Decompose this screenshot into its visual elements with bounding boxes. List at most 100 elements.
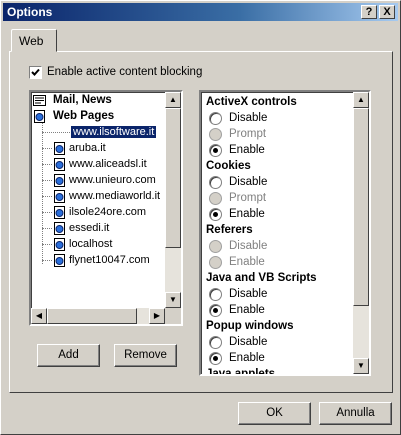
globe-page-icon [54, 238, 65, 251]
radio-label: Enable [229, 256, 265, 268]
scroll-up-button[interactable]: ▲ [353, 92, 369, 108]
tree-item-label: Mail, News [53, 94, 112, 106]
tree-item-label: localhost [69, 238, 113, 250]
tree-item-label: aruba.it [69, 142, 106, 154]
cookies-heading: Cookies [206, 160, 251, 172]
tree-item-label: ilsole24ore.com [69, 206, 147, 218]
help-icon: ? [365, 6, 373, 18]
arrow-up-icon: ▲ [357, 95, 365, 104]
scripts-enable-radio[interactable]: Enable [209, 304, 265, 317]
tab-web-label: Web [19, 34, 44, 48]
activex-prompt-radio[interactable]: Prompt [209, 128, 267, 141]
scroll-thumb[interactable] [353, 108, 369, 306]
scroll-corner [165, 308, 181, 324]
tree-item-label: www.ilsoftware.it [69, 125, 158, 139]
popups-enable-radio[interactable]: Enable [209, 352, 265, 365]
arrow-left-icon: ◀ [35, 311, 43, 320]
site-tree[interactable]: Mail, News Web Pages www.ilsoftware.it a… [29, 90, 183, 326]
tree-item-label: www.unieuro.com [69, 174, 156, 186]
java-heading: Java applets [206, 368, 276, 376]
radio-icon[interactable] [209, 256, 222, 269]
blocking-checkbox[interactable] [29, 66, 42, 79]
radio-label: Disable [229, 240, 268, 252]
add-button-label: Add [58, 349, 79, 361]
radio-selected-icon[interactable] [209, 144, 222, 157]
scripts-disable-radio[interactable]: Disable [209, 288, 268, 301]
ok-button-label: OK [266, 407, 283, 419]
settings-vertical-scrollbar[interactable]: ▲ ▼ [353, 92, 369, 374]
activex-heading: ActiveX controls [206, 96, 297, 108]
radio-label: Disable [229, 112, 268, 124]
radio-label: Disable [229, 336, 268, 348]
window-title: Options [7, 5, 53, 19]
radio-icon[interactable] [209, 240, 222, 253]
checkmark-icon [31, 68, 40, 76]
radio-label: Prompt [229, 128, 267, 140]
radio-icon[interactable] [209, 176, 222, 189]
globe-page-icon [54, 254, 65, 267]
referers-enable-radio[interactable]: Enable [209, 256, 265, 269]
help-button[interactable]: ? [361, 5, 377, 19]
tab-web[interactable]: Web [11, 29, 57, 52]
tree-horizontal-scrollbar[interactable]: ◀ ▶ [31, 308, 165, 324]
close-button[interactable]: X [379, 5, 395, 19]
tree-item-label: Web Pages [53, 110, 115, 122]
cookies-enable-radio[interactable]: Enable [209, 208, 265, 221]
radio-icon[interactable] [209, 128, 222, 141]
activex-disable-radio[interactable]: Disable [209, 112, 268, 125]
globe-page-icon [54, 190, 65, 203]
scripts-heading: Java and VB Scripts [206, 272, 317, 284]
scroll-down-button[interactable]: ▼ [353, 358, 369, 374]
globe-page-icon [54, 206, 65, 219]
radio-label: Disable [229, 176, 268, 188]
cookies-disable-radio[interactable]: Disable [209, 176, 268, 189]
radio-label: Enable [229, 304, 265, 316]
scroll-up-button[interactable]: ▲ [165, 92, 181, 108]
cookies-prompt-radio[interactable]: Prompt [209, 192, 267, 205]
globe-page-icon [54, 222, 65, 235]
scroll-down-button[interactable]: ▼ [165, 292, 181, 308]
globe-page-icon [54, 174, 65, 187]
popups-disable-radio[interactable]: Disable [209, 336, 268, 349]
blocking-checkbox-label: Enable active content blocking [47, 66, 203, 78]
popups-heading: Popup windows [206, 320, 294, 332]
settings-list[interactable]: ActiveX controls Disable Prompt Enable C… [199, 90, 371, 376]
radio-icon[interactable] [209, 288, 222, 301]
scroll-right-button[interactable]: ▶ [149, 308, 165, 324]
cancel-button[interactable]: Annulla [319, 402, 392, 425]
arrow-up-icon: ▲ [169, 95, 177, 104]
radio-icon[interactable] [209, 336, 222, 349]
scroll-left-button[interactable]: ◀ [31, 308, 47, 324]
web-pages-icon [34, 110, 45, 123]
radio-label: Disable [229, 288, 268, 300]
radio-selected-icon[interactable] [209, 304, 222, 317]
mail-news-icon [33, 95, 46, 106]
radio-selected-icon[interactable] [209, 208, 222, 221]
scroll-thumb[interactable] [47, 308, 137, 324]
close-icon: X [383, 6, 391, 18]
globe-page-icon [54, 158, 65, 171]
ok-button[interactable]: OK [238, 402, 311, 425]
referers-heading: Referers [206, 224, 253, 236]
radio-label: Enable [229, 208, 265, 220]
add-button[interactable]: Add [37, 344, 100, 367]
remove-button[interactable]: Remove [114, 344, 177, 367]
radio-icon[interactable] [209, 192, 222, 205]
arrow-down-icon: ▼ [169, 295, 177, 304]
tree-item-label: www.aliceadsl.it [69, 158, 147, 170]
scroll-thumb[interactable] [165, 108, 181, 248]
title-bar[interactable]: Options ? X [3, 3, 398, 21]
globe-page-icon [54, 142, 65, 155]
tree-vertical-scrollbar[interactable]: ▲ ▼ [165, 92, 181, 308]
activex-enable-radio[interactable]: Enable [209, 144, 265, 157]
radio-selected-icon[interactable] [209, 352, 222, 365]
arrow-down-icon: ▼ [357, 361, 365, 370]
tree-item-label: essedi.it [69, 222, 110, 234]
radio-label: Enable [229, 352, 265, 364]
radio-label: Prompt [229, 192, 267, 204]
cancel-button-label: Annulla [336, 407, 375, 419]
referers-disable-radio[interactable]: Disable [209, 240, 268, 253]
remove-button-label: Remove [124, 349, 167, 361]
radio-icon[interactable] [209, 112, 222, 125]
tree-item-label: flynet10047.com [69, 254, 150, 266]
